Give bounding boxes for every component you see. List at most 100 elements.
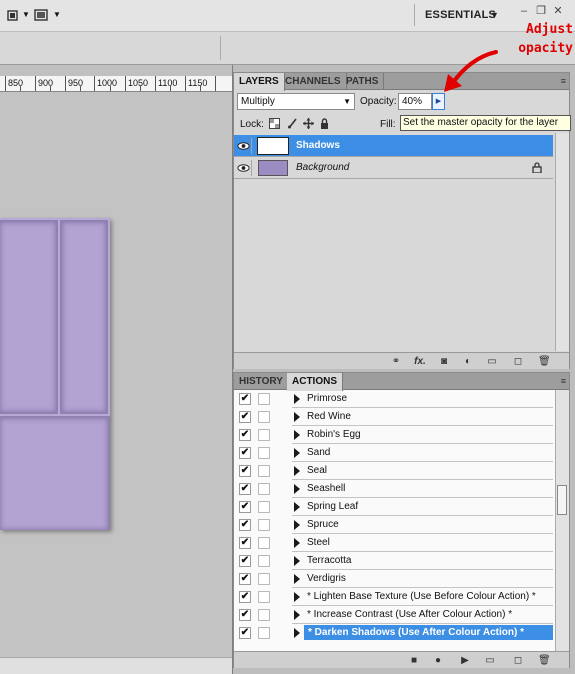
play-icon[interactable]: ▶ bbox=[459, 655, 471, 666]
action-toggle-checkbox[interactable]: ✔ bbox=[239, 393, 251, 405]
screen-mode-icon[interactable] bbox=[34, 8, 48, 22]
action-row[interactable]: ✔ Steel bbox=[234, 534, 553, 552]
expand-triangle-icon[interactable] bbox=[294, 628, 300, 638]
tab-actions[interactable]: ACTIONS bbox=[287, 373, 343, 391]
action-row[interactable]: ✔ Spring Leaf bbox=[234, 498, 553, 516]
new-layer-icon[interactable]: ◻ bbox=[512, 356, 524, 367]
record-icon[interactable]: ● bbox=[432, 655, 444, 666]
expand-triangle-icon[interactable] bbox=[294, 484, 300, 494]
expand-triangle-icon[interactable] bbox=[294, 574, 300, 584]
dialog-toggle-checkbox[interactable] bbox=[258, 411, 270, 423]
adjustment-icon[interactable]: ◐ bbox=[462, 356, 474, 367]
expand-triangle-icon[interactable] bbox=[294, 448, 300, 458]
dialog-toggle-checkbox[interactable] bbox=[258, 573, 270, 585]
dialog-toggle-checkbox[interactable] bbox=[258, 447, 270, 459]
new-set-icon[interactable]: ▭ bbox=[484, 655, 496, 666]
stop-icon[interactable]: ■ bbox=[408, 655, 420, 666]
dialog-toggle-checkbox[interactable] bbox=[258, 429, 270, 441]
close-icon[interactable]: ✕ bbox=[551, 5, 565, 17]
action-row[interactable]: ✔ Verdigris bbox=[234, 570, 553, 588]
minimize-icon[interactable]: – bbox=[517, 5, 531, 17]
fx-icon[interactable]: fx. bbox=[414, 356, 426, 367]
lock-transparency-icon[interactable] bbox=[269, 118, 280, 129]
layers-scrollbar[interactable] bbox=[555, 133, 569, 351]
dialog-toggle-checkbox[interactable] bbox=[258, 627, 270, 639]
action-toggle-checkbox[interactable]: ✔ bbox=[239, 447, 251, 459]
blend-mode-select[interactable]: Multiply ▼ bbox=[237, 93, 355, 110]
expand-triangle-icon[interactable] bbox=[294, 610, 300, 620]
screen-mode-dropdown-icon[interactable]: ▼ bbox=[53, 10, 61, 19]
opacity-slider-button[interactable]: ▶ bbox=[432, 93, 445, 110]
action-toggle-checkbox[interactable]: ✔ bbox=[239, 429, 251, 441]
hand-tool-icon[interactable] bbox=[6, 8, 20, 22]
dialog-toggle-checkbox[interactable] bbox=[258, 465, 270, 477]
new-action-icon[interactable]: ◻ bbox=[512, 655, 524, 666]
action-row-selected[interactable]: ✔ * Darken Shadows (Use After Colour Act… bbox=[234, 624, 553, 642]
expand-triangle-icon[interactable] bbox=[294, 466, 300, 476]
action-row[interactable]: ✔ Spruce bbox=[234, 516, 553, 534]
tool-dropdown-arrow-icon[interactable]: ▼ bbox=[22, 10, 30, 19]
action-row[interactable]: ✔ Robin's Egg bbox=[234, 426, 553, 444]
action-row[interactable]: ✔ Primrose bbox=[234, 390, 553, 408]
expand-triangle-icon[interactable] bbox=[294, 538, 300, 548]
expand-triangle-icon[interactable] bbox=[294, 430, 300, 440]
expand-triangle-icon[interactable] bbox=[294, 394, 300, 404]
expand-triangle-icon[interactable] bbox=[294, 592, 300, 602]
expand-triangle-icon[interactable] bbox=[294, 520, 300, 530]
dialog-toggle-checkbox[interactable] bbox=[258, 519, 270, 531]
layer-row-shadows[interactable]: Shadows bbox=[234, 135, 553, 157]
action-toggle-checkbox[interactable]: ✔ bbox=[239, 519, 251, 531]
action-toggle-checkbox[interactable]: ✔ bbox=[239, 465, 251, 477]
actions-scrollbar-thumb[interactable] bbox=[557, 485, 567, 515]
tab-channels[interactable]: CHANNELS bbox=[280, 73, 347, 90]
lock-all-icon[interactable] bbox=[319, 118, 330, 129]
action-row[interactable]: ✔ * Increase Contrast (Use After Colour … bbox=[234, 606, 553, 624]
expand-triangle-icon[interactable] bbox=[294, 556, 300, 566]
action-toggle-checkbox[interactable]: ✔ bbox=[239, 501, 251, 513]
eye-icon[interactable] bbox=[236, 138, 252, 154]
action-row[interactable]: ✔ Red Wine bbox=[234, 408, 553, 426]
dialog-toggle-checkbox[interactable] bbox=[258, 609, 270, 621]
tab-history[interactable]: HISTORY bbox=[234, 373, 289, 390]
dialog-toggle-checkbox[interactable] bbox=[258, 537, 270, 549]
actions-scrollbar[interactable] bbox=[555, 390, 569, 651]
mask-icon[interactable]: ◙ bbox=[438, 356, 450, 367]
tab-paths[interactable]: PATHS bbox=[341, 73, 385, 90]
action-toggle-checkbox[interactable]: ✔ bbox=[239, 591, 251, 603]
link-icon[interactable]: ⚭ bbox=[390, 356, 402, 367]
workspace-switcher[interactable]: ESSENTIALS bbox=[425, 9, 496, 21]
layer-name[interactable]: Background bbox=[296, 162, 349, 173]
action-toggle-checkbox[interactable]: ✔ bbox=[239, 555, 251, 567]
dialog-toggle-checkbox[interactable] bbox=[258, 483, 270, 495]
action-toggle-checkbox[interactable]: ✔ bbox=[239, 411, 251, 423]
panel-menu-icon[interactable]: ≡ bbox=[561, 76, 566, 86]
canvas-horizontal-scrollbar[interactable] bbox=[0, 657, 232, 674]
dialog-toggle-checkbox[interactable] bbox=[258, 393, 270, 405]
opacity-field[interactable]: 40% bbox=[398, 93, 432, 110]
action-row[interactable]: ✔ * Lighten Base Texture (Use Before Col… bbox=[234, 588, 553, 606]
action-toggle-checkbox[interactable]: ✔ bbox=[239, 627, 251, 639]
lock-position-icon[interactable] bbox=[303, 118, 314, 129]
dialog-toggle-checkbox[interactable] bbox=[258, 501, 270, 513]
action-row[interactable]: ✔ Terracotta bbox=[234, 552, 553, 570]
action-row[interactable]: ✔ Sand bbox=[234, 444, 553, 462]
tab-layers[interactable]: LAYERS bbox=[234, 73, 285, 91]
action-toggle-checkbox[interactable]: ✔ bbox=[239, 483, 251, 495]
dialog-toggle-checkbox[interactable] bbox=[258, 591, 270, 603]
action-row[interactable]: ✔ Seashell bbox=[234, 480, 553, 498]
restore-icon[interactable]: ❐ bbox=[534, 5, 548, 17]
action-toggle-checkbox[interactable]: ✔ bbox=[239, 537, 251, 549]
trash-icon[interactable]: 🗑 bbox=[538, 655, 551, 666]
panel-menu-icon[interactable]: ≡ bbox=[561, 376, 566, 386]
lock-pixels-icon[interactable] bbox=[287, 118, 298, 129]
action-toggle-checkbox[interactable]: ✔ bbox=[239, 609, 251, 621]
dialog-toggle-checkbox[interactable] bbox=[258, 555, 270, 567]
expand-triangle-icon[interactable] bbox=[294, 502, 300, 512]
layer-row-background[interactable]: Background bbox=[234, 157, 553, 179]
layer-name[interactable]: Shadows bbox=[296, 140, 340, 151]
eye-icon[interactable] bbox=[236, 160, 252, 176]
trash-icon[interactable]: 🗑 bbox=[538, 356, 551, 367]
group-icon[interactable]: ▭ bbox=[486, 356, 498, 367]
artwork-image[interactable] bbox=[0, 218, 110, 530]
action-toggle-checkbox[interactable]: ✔ bbox=[239, 573, 251, 585]
